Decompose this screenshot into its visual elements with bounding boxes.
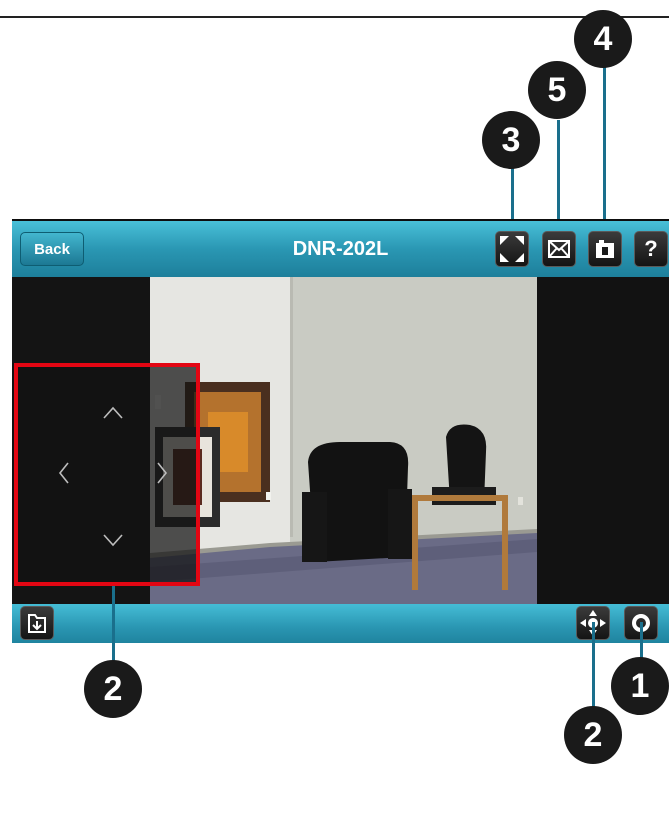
callout-line-4 bbox=[603, 60, 606, 232]
ptz-highlight-box bbox=[14, 363, 200, 586]
camera-scene-image bbox=[150, 277, 537, 604]
snapshot-button[interactable] bbox=[588, 231, 622, 267]
callout-3: 3 bbox=[482, 111, 540, 169]
right-letterbox bbox=[537, 277, 669, 604]
folder-download-icon bbox=[28, 614, 46, 633]
callout-1: 1 bbox=[611, 657, 669, 715]
fullscreen-button[interactable] bbox=[495, 231, 529, 267]
camera-feed bbox=[150, 277, 537, 604]
folder-download-button[interactable] bbox=[20, 606, 54, 640]
callout-4: 4 bbox=[574, 10, 632, 68]
fullscreen-icon bbox=[500, 236, 524, 262]
bottom-bar bbox=[12, 604, 669, 643]
help-button[interactable]: ? bbox=[634, 231, 668, 267]
callout-2-right: 2 bbox=[564, 706, 622, 764]
top-divider bbox=[0, 16, 669, 18]
title-bar: Back DNR-202L ? bbox=[12, 219, 669, 277]
callout-line-5 bbox=[557, 120, 560, 232]
question-icon: ? bbox=[644, 236, 658, 261]
envelope-icon bbox=[548, 240, 570, 258]
callout-5: 5 bbox=[528, 61, 586, 119]
callout-2-left: 2 bbox=[84, 660, 142, 718]
camera-icon bbox=[596, 240, 614, 258]
back-button[interactable]: Back bbox=[20, 232, 84, 266]
email-button[interactable] bbox=[542, 231, 576, 267]
